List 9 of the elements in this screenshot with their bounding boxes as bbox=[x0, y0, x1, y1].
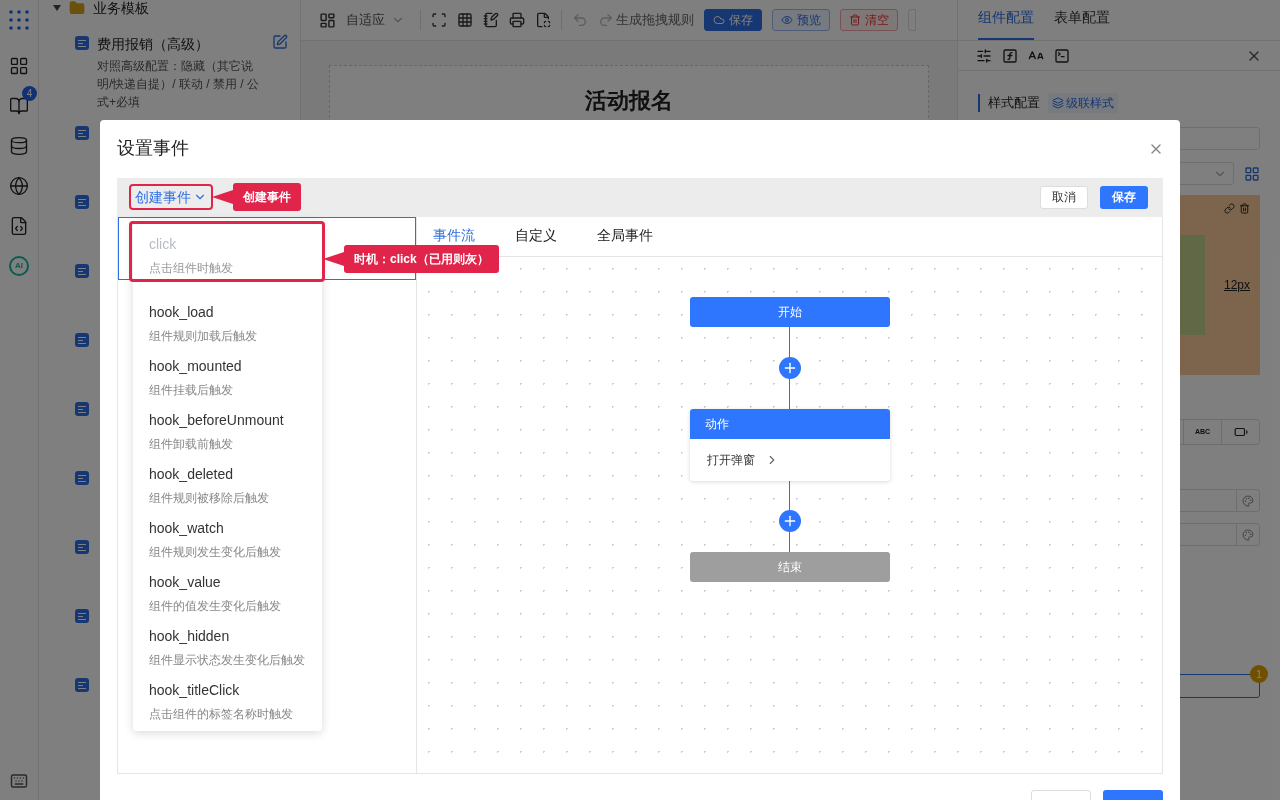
annotation-callout: 创建事件 bbox=[212, 183, 301, 211]
count-badge: 1 bbox=[1250, 665, 1268, 683]
action-header: 动作 bbox=[689, 408, 890, 439]
dialog-title: 设置事件 bbox=[117, 137, 189, 161]
count-badge: 4 bbox=[22, 86, 37, 101]
template-description: 对照高级配置：隐藏（其它说明/快递自提）/ 联动 / 禁用 / 公式+必填 bbox=[97, 58, 260, 111]
section-title: 样式配置 bbox=[988, 94, 1040, 113]
annotation-callout: 时机：click（已用则灰） bbox=[323, 245, 499, 273]
form-title: 活动报名 bbox=[585, 87, 673, 115]
